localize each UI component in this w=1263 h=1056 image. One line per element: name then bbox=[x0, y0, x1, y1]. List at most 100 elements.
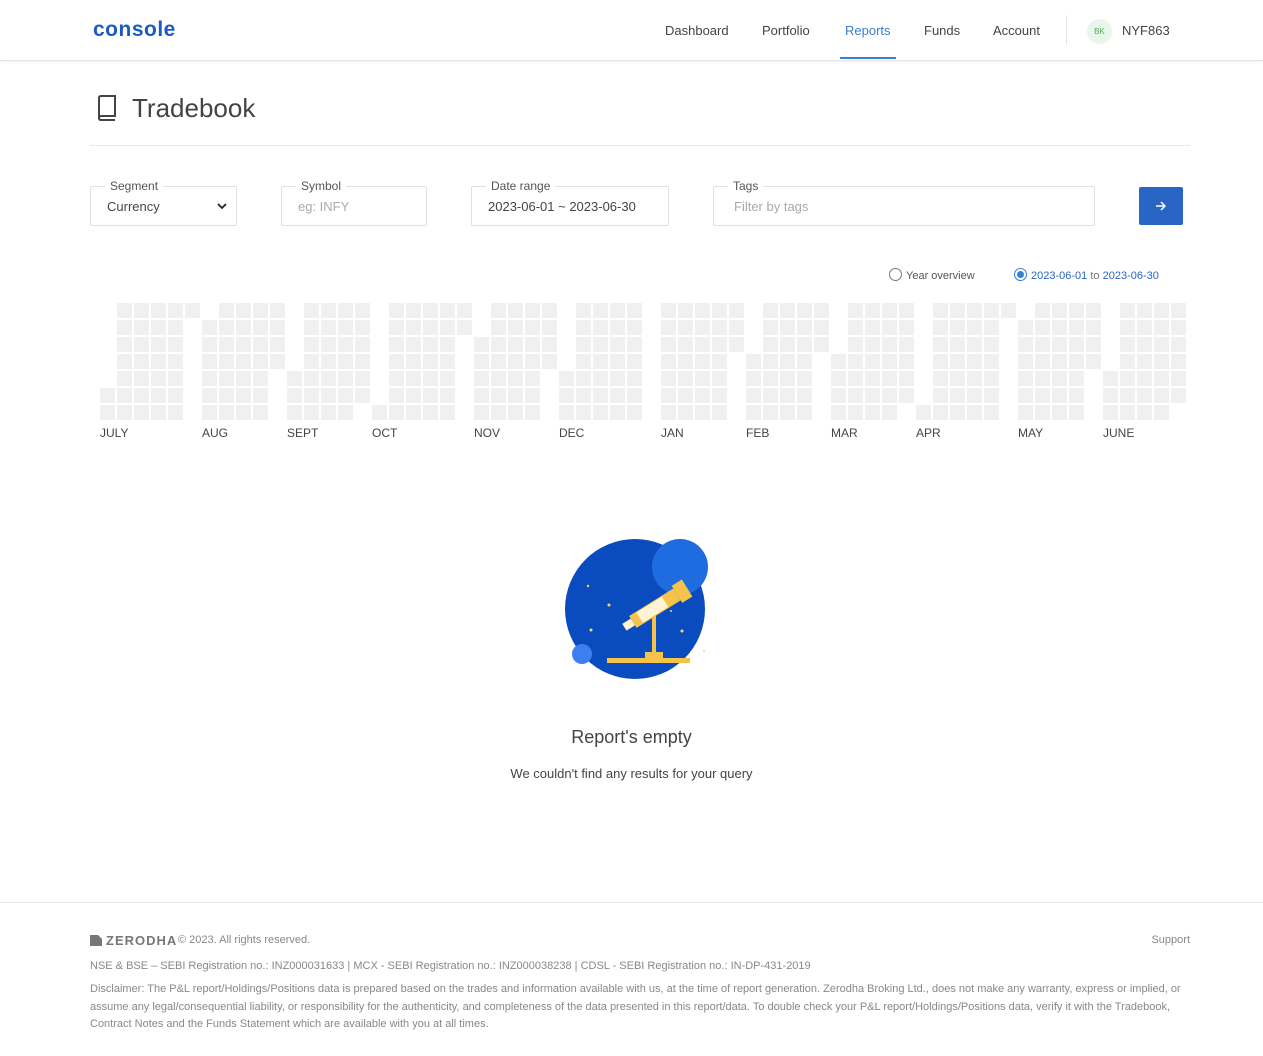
heatmap-cell bbox=[763, 320, 778, 335]
heatmap-cell bbox=[746, 405, 761, 420]
heatmap-cell bbox=[491, 354, 506, 369]
footer-copyright: © 2023. All rights reserved. bbox=[178, 934, 311, 946]
support-link[interactable]: Support bbox=[1151, 934, 1190, 946]
symbol-label: Symbol bbox=[296, 179, 347, 193]
heatmap-cell bbox=[576, 337, 591, 352]
date-range-radio-label[interactable]: 2023-06-01 to 2023-06-30 bbox=[1031, 270, 1159, 282]
segment-label: Segment bbox=[105, 179, 164, 193]
heatmap-month-label: JAN bbox=[661, 426, 684, 440]
heatmap-cell bbox=[984, 388, 999, 403]
heatmap-cell bbox=[831, 388, 846, 403]
heatmap-cell bbox=[525, 303, 540, 318]
heatmap-cell bbox=[202, 320, 217, 335]
heatmap-cell bbox=[236, 320, 251, 335]
user-id[interactable]: NYF863 bbox=[1122, 23, 1170, 38]
heatmap-cell bbox=[1120, 320, 1135, 335]
heatmap-cell bbox=[1069, 303, 1084, 318]
heatmap-cell bbox=[474, 337, 489, 352]
heatmap-cell bbox=[661, 303, 676, 318]
heatmap-cell bbox=[134, 337, 149, 352]
heatmap-cell bbox=[440, 320, 455, 335]
heatmap-cell bbox=[1052, 337, 1067, 352]
year-overview-label[interactable]: Year overview bbox=[906, 270, 975, 282]
top-navbar: console Dashboard Portfolio Reports Fund… bbox=[0, 0, 1263, 61]
zerodha-brand[interactable]: ZERODHA bbox=[90, 933, 177, 948]
heatmap-cell bbox=[610, 388, 625, 403]
heatmap-cell bbox=[780, 337, 795, 352]
heatmap-cell bbox=[151, 388, 166, 403]
heatmap-cell bbox=[865, 337, 880, 352]
heatmap-cell bbox=[440, 405, 455, 420]
date-range-radio[interactable] bbox=[1014, 268, 1027, 281]
heatmap-cell bbox=[253, 320, 268, 335]
heatmap-cell bbox=[1171, 354, 1186, 369]
heatmap-cell bbox=[1018, 320, 1033, 335]
heatmap-cell bbox=[491, 405, 506, 420]
heatmap-cell bbox=[780, 405, 795, 420]
heatmap-cell bbox=[1154, 320, 1169, 335]
heatmap-cell bbox=[712, 337, 727, 352]
footer-disclaimer: Disclaimer: The P&L report/Holdings/Posi… bbox=[90, 983, 1181, 1030]
heatmap-cell bbox=[865, 303, 880, 318]
symbol-placeholder: eg: INFY bbox=[298, 199, 350, 214]
heatmap-cell bbox=[474, 405, 489, 420]
nav-account[interactable]: Account bbox=[993, 23, 1040, 38]
nav-portfolio[interactable]: Portfolio bbox=[762, 23, 810, 38]
heatmap-cell bbox=[712, 405, 727, 420]
date-range-value: 2023-06-01 ~ 2023-06-30 bbox=[488, 199, 636, 214]
heatmap-cell bbox=[219, 388, 234, 403]
heatmap-cell bbox=[134, 388, 149, 403]
heatmap-month-label: DEC bbox=[559, 426, 585, 440]
heatmap-cell bbox=[593, 320, 608, 335]
tags-placeholder: Filter by tags bbox=[734, 199, 809, 214]
heatmap-cell bbox=[134, 303, 149, 318]
heatmap-cell bbox=[576, 388, 591, 403]
heatmap-cell bbox=[661, 337, 676, 352]
heatmap-cell bbox=[950, 405, 965, 420]
nav-dashboard[interactable]: Dashboard bbox=[665, 23, 729, 38]
heatmap-cell bbox=[457, 303, 472, 318]
submit-button[interactable] bbox=[1139, 187, 1183, 225]
date-range-input[interactable]: Date range 2023-06-01 ~ 2023-06-30 bbox=[471, 179, 669, 226]
heatmap-cell bbox=[202, 337, 217, 352]
console-logo[interactable]: console bbox=[93, 18, 176, 42]
heatmap-cell bbox=[763, 354, 778, 369]
heatmap-cell bbox=[797, 388, 812, 403]
heatmap-cell bbox=[219, 405, 234, 420]
heatmap-cell bbox=[134, 371, 149, 386]
heatmap-cell bbox=[117, 303, 132, 318]
nav-funds[interactable]: Funds bbox=[924, 23, 960, 38]
heatmap-cell bbox=[304, 371, 319, 386]
year-overview-radio[interactable] bbox=[889, 268, 902, 281]
heatmap-cell bbox=[253, 388, 268, 403]
heatmap-cell bbox=[219, 303, 234, 318]
avatar[interactable]: BK bbox=[1087, 19, 1112, 44]
heatmap-cell bbox=[134, 405, 149, 420]
heatmap-cell bbox=[491, 371, 506, 386]
heatmap-cell bbox=[406, 337, 421, 352]
heatmap-cell bbox=[542, 354, 557, 369]
segment-select[interactable]: Segment Currency bbox=[90, 179, 237, 226]
heatmap-cell bbox=[236, 388, 251, 403]
heatmap-cell bbox=[729, 303, 744, 318]
heatmap-cell bbox=[168, 388, 183, 403]
heatmap-cell bbox=[338, 388, 353, 403]
nav-reports[interactable]: Reports bbox=[845, 23, 891, 38]
page-title: Tradebook bbox=[132, 93, 256, 123]
heatmap-cell bbox=[287, 405, 302, 420]
heatmap-cell bbox=[219, 337, 234, 352]
heatmap-cell bbox=[117, 371, 132, 386]
heatmap-cell bbox=[967, 354, 982, 369]
heatmap-cell bbox=[525, 320, 540, 335]
symbol-input[interactable]: Symbol eg: INFY bbox=[281, 179, 427, 226]
heatmap-cell bbox=[661, 405, 676, 420]
tags-input[interactable]: Tags Filter by tags bbox=[713, 179, 1095, 226]
heatmap-cell bbox=[1035, 354, 1050, 369]
heatmap-cell bbox=[1120, 405, 1135, 420]
heatmap-cell bbox=[253, 303, 268, 318]
empty-state-message: We couldn't find any results for your qu… bbox=[510, 766, 753, 781]
heatmap-cell bbox=[865, 405, 880, 420]
heatmap-cell bbox=[1154, 371, 1169, 386]
heatmap-cell bbox=[202, 405, 217, 420]
heatmap-cell bbox=[406, 388, 421, 403]
